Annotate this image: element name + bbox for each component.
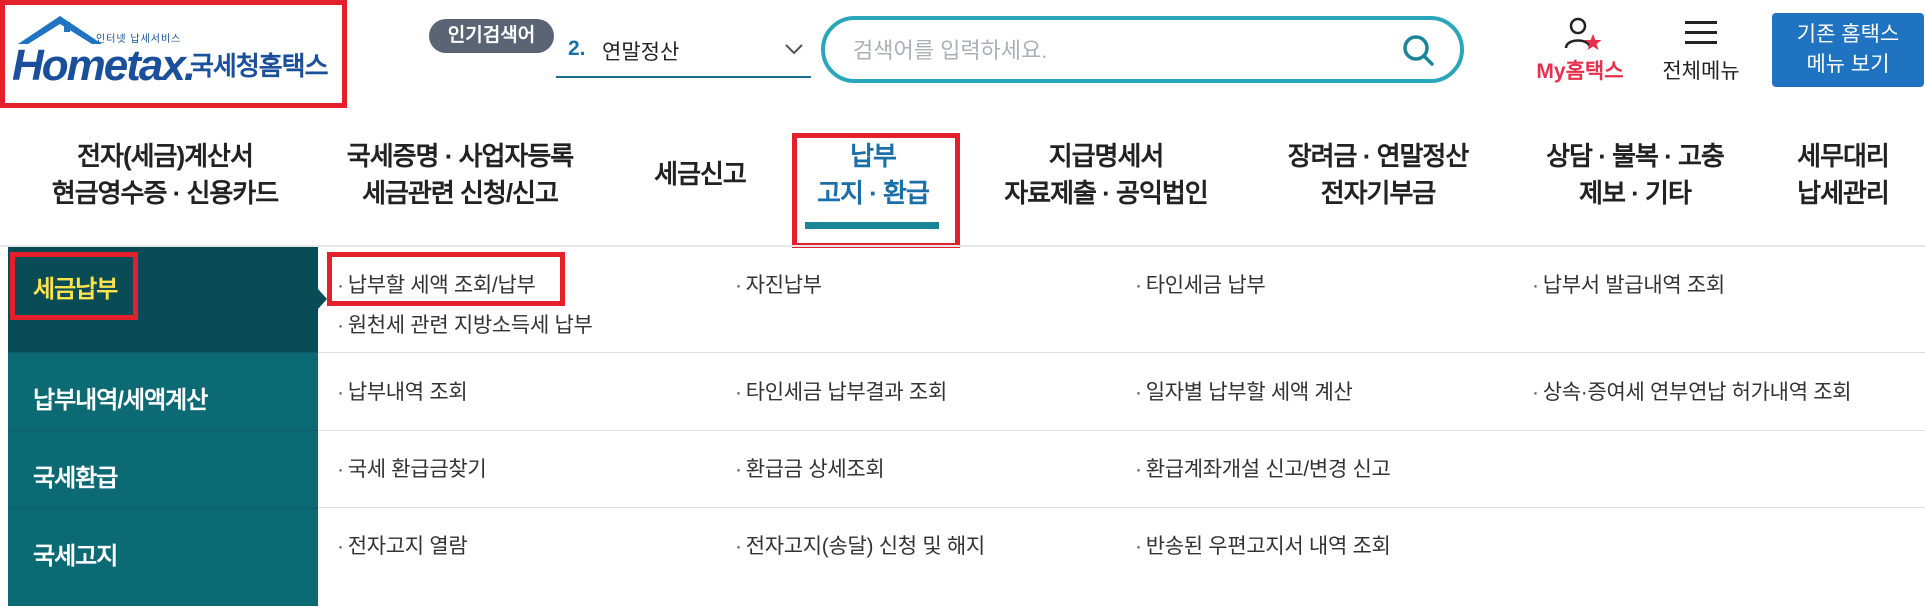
submenu-link[interactable]: 환급계좌개설 신고/변경 신고: [1135, 453, 1391, 483]
submenu-link[interactable]: 환급금 상세조회: [735, 453, 885, 483]
gnb-tab-line1: 장려금 · 연말정산: [1287, 141, 1470, 171]
side-menu-item-payment-history[interactable]: 납부내역/세액계산: [8, 352, 318, 430]
gnb-tab-line2: 자료제출 · 공익법인: [1004, 178, 1208, 208]
side-menu-label: 납부내역/세액계산: [33, 387, 208, 414]
gnb-tab-line1: 상담 · 불복 · 고충: [1546, 141, 1725, 171]
gnb-tab-certificates[interactable]: 국세증명 · 사업자등록 세금관련 신청/신고: [330, 138, 590, 212]
highlight-box-payable-tax-lookup: [327, 252, 565, 306]
old-hometax-menu-button[interactable]: 기존 홈택스 메뉴 보기: [1772, 13, 1924, 87]
side-menu-item-tax-notice[interactable]: 국세고지: [8, 508, 318, 607]
gnb-tab-line1: 세무대리: [1797, 141, 1890, 171]
submenu-link[interactable]: 전자고지(송달) 신청 및 해지: [735, 530, 986, 560]
highlight-box-tax-payment: [10, 252, 138, 320]
gnb-tab-tax-agent[interactable]: 세무대리 납세관리: [1778, 138, 1908, 212]
gnb-tab-line1: 국세증명 · 사업자등록: [346, 141, 574, 171]
submenu-row-divider: [318, 507, 1925, 508]
submenu-link[interactable]: 상속·증여세 연부연납 허가내역 조회: [1532, 376, 1852, 406]
side-menu-item-tax-refund[interactable]: 국세환급: [8, 430, 318, 508]
my-hometax-label: My홈택스: [1536, 60, 1624, 83]
submenu-link[interactable]: 일자별 납부할 세액 계산: [1135, 376, 1353, 406]
submenu-row-divider: [318, 352, 1925, 353]
chevron-down-icon[interactable]: [783, 38, 805, 60]
hamburger-menu-icon: [1685, 21, 1717, 44]
search-input[interactable]: [851, 32, 1395, 70]
popular-search-badge: 인기검색어: [429, 19, 554, 53]
popular-search-keyword[interactable]: 연말정산: [602, 36, 679, 66]
all-menu-button[interactable]: 전체메뉴: [1650, 14, 1752, 84]
gnb-tab-line1: 전자(세금)계산서: [77, 141, 254, 171]
side-menu-label: 국세고지: [33, 543, 118, 570]
gnb-tab-tax-filing[interactable]: 세금신고: [620, 156, 780, 193]
old-menu-label-line1: 기존 홈택스: [1796, 23, 1900, 46]
submenu-link[interactable]: 납부서 발급내역 조회: [1532, 269, 1726, 299]
highlight-box-payment-tab: [792, 133, 960, 248]
submenu-link[interactable]: 전자고지 열람: [337, 530, 468, 560]
submenu-link[interactable]: 반송된 우편고지서 내역 조회: [1135, 530, 1391, 560]
gnb-tab-line2: 제보 · 기타: [1579, 178, 1692, 208]
submenu-link[interactable]: 자진납부: [735, 269, 822, 299]
gnb-tab-line2: 현금영수증 · 신용카드: [51, 178, 279, 208]
side-menu-label: 국세환급: [33, 465, 118, 492]
gnb-tab-line1: 세금신고: [654, 159, 747, 189]
all-menu-label: 전체메뉴: [1662, 60, 1740, 83]
gnb-tab-consultation[interactable]: 상담 · 불복 · 고충 제보 · 기타: [1530, 138, 1740, 212]
user-star-icon: [1564, 17, 1602, 50]
search-icon[interactable]: [1400, 32, 1436, 68]
my-hometax-button[interactable]: My홈택스: [1525, 14, 1635, 84]
popular-search-dropdown[interactable]: [556, 30, 811, 78]
highlight-box-logo: [0, 0, 347, 108]
submenu-link[interactable]: 타인세금 납부결과 조회: [735, 376, 948, 406]
gnb-tab-line1: 지급명세서: [1048, 141, 1165, 171]
gnb-tab-payment-statement[interactable]: 지급명세서 자료제출 · 공익법인: [990, 138, 1222, 212]
gnb-tab-incentive[interactable]: 장려금 · 연말정산 전자기부금: [1268, 138, 1488, 212]
popular-search-rank: 2.: [568, 37, 586, 60]
gnb-tab-line2: 세금관련 신청/신고: [362, 178, 559, 208]
side-menu-active-arrow: [318, 289, 327, 309]
submenu-link[interactable]: 원천세 관련 지방소득세 납부: [337, 309, 593, 339]
submenu-link[interactable]: 국세 환급금찾기: [337, 453, 487, 483]
old-menu-label-line2: 메뉴 보기: [1806, 53, 1890, 76]
submenu-link[interactable]: 납부내역 조회: [337, 376, 468, 406]
gnb-tab-line2: 납세관리: [1797, 178, 1890, 208]
gnb-tab-line2: 전자기부금: [1320, 178, 1437, 208]
gnb-tab-e-invoice[interactable]: 전자(세금)계산서 현금영수증 · 신용카드: [40, 138, 290, 212]
submenu-link[interactable]: 타인세금 납부: [1135, 269, 1266, 299]
submenu-row-divider: [318, 430, 1925, 431]
search-box: [821, 16, 1464, 83]
